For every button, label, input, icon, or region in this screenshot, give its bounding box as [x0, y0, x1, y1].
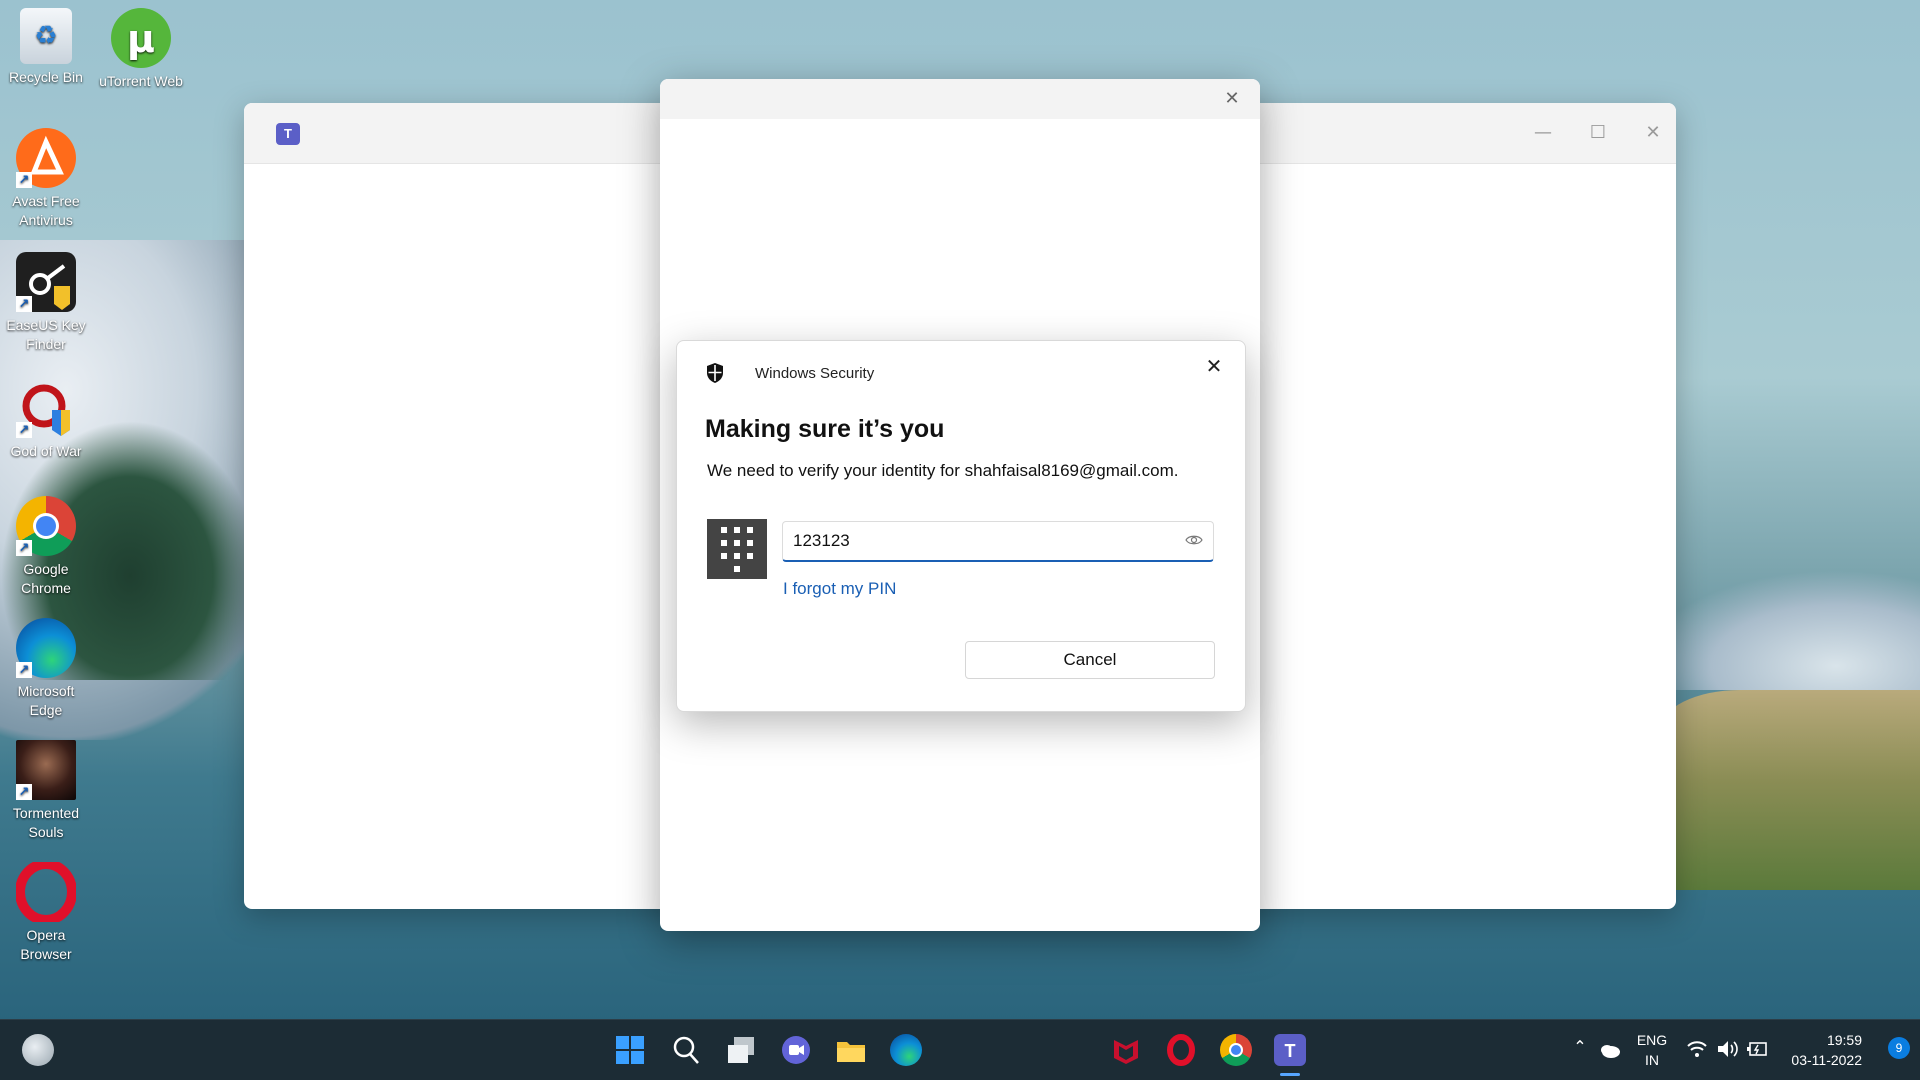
desktop-icon-utorrent-web[interactable]: µ uTorrent Web [97, 8, 185, 91]
desktop-icon-label: uTorrent Web [99, 73, 183, 89]
desktop-icon-opera-browser[interactable]: Opera Browser [2, 859, 90, 964]
tormented-souls-icon: ↗ [16, 740, 76, 800]
wifi-icon[interactable] [1686, 1038, 1708, 1060]
host-dialog-titlebar: ✕ [660, 79, 1260, 119]
teams-logo-icon: T [276, 123, 300, 145]
svg-text:♻: ♻ [34, 20, 57, 50]
teams-taskbar-icon[interactable]: T [1274, 1034, 1306, 1066]
active-app-indicator [1280, 1073, 1300, 1076]
desktop-icon-avast[interactable]: ↗ Avast Free Antivirus [2, 128, 90, 230]
dialog-app-name: Windows Security [755, 364, 875, 382]
desktop-icon-god-of-war[interactable]: ↗ God of War [2, 378, 90, 461]
taskbar: T ⌃ ENG IN 19:59 03-11-2022 9 [0, 1019, 1920, 1080]
svg-text:T: T [1285, 1041, 1296, 1061]
pin-field [782, 521, 1214, 562]
avast-icon: ↗ [16, 128, 76, 188]
volume-icon[interactable] [1716, 1038, 1740, 1060]
recycle-bin-icon: ♻ [20, 8, 72, 64]
close-window-button[interactable]: ✕ [1630, 117, 1676, 149]
language-indicator[interactable]: ENG IN [1632, 1030, 1672, 1070]
desktop-icon-tormented-souls[interactable]: ↗ Tormented Souls [2, 740, 90, 842]
search-icon[interactable] [670, 1034, 702, 1066]
shortcut-arrow-icon: ↗ [16, 296, 32, 312]
forgot-pin-link[interactable]: I forgot my PIN [783, 579, 896, 599]
shield-icon [707, 363, 723, 383]
desktop-icon-label: Microsoft Edge [17, 683, 75, 718]
notification-badge[interactable]: 9 [1888, 1037, 1910, 1059]
host-dialog-close-button[interactable]: ✕ [1214, 83, 1250, 115]
desktop-icon-label: Recycle Bin [9, 69, 83, 85]
clock[interactable]: 19:59 03-11-2022 [1782, 1030, 1862, 1070]
clock-time: 19:59 [1826, 1032, 1862, 1048]
windows-security-dialog: Windows Security ✕ Making sure it’s you … [676, 340, 1246, 712]
teams-chat-icon[interactable] [780, 1034, 812, 1066]
onedrive-icon[interactable] [1598, 1038, 1622, 1062]
desktop-icon-label: God of War [10, 443, 82, 459]
dialog-close-button[interactable]: ✕ [1199, 351, 1229, 381]
desktop-icon-microsoft-edge[interactable]: ↗ Microsoft Edge [2, 618, 90, 720]
shortcut-arrow-icon: ↗ [16, 172, 32, 188]
shortcut-arrow-icon: ↗ [16, 422, 32, 438]
clock-date: 03-11-2022 [1791, 1052, 1862, 1068]
shortcut-arrow-icon: ↗ [16, 540, 32, 556]
cancel-button[interactable]: Cancel [965, 641, 1215, 679]
edge-icon: ↗ [16, 618, 76, 678]
utorrent-icon: µ [111, 8, 171, 68]
chevron-up-icon[interactable]: ⌃ [1570, 1038, 1590, 1058]
edge-taskbar-icon[interactable] [890, 1034, 922, 1066]
desktop-icon-label: EaseUS Key Finder [6, 317, 86, 352]
opera-icon [15, 859, 77, 925]
desktop-icon-label: Opera Browser [20, 927, 72, 962]
dialog-title: Making sure it’s you [705, 415, 945, 443]
wallpaper-mountain-right [1640, 570, 1920, 690]
desktop-icon-label: Tormented Souls [12, 805, 80, 840]
pin-keypad-icon [707, 519, 767, 579]
god-of-war-icon: ↗ [16, 378, 76, 438]
svg-text:µ: µ [127, 17, 155, 61]
desktop-icon-google-chrome[interactable]: ↗ Google Chrome [2, 496, 90, 598]
maximize-button[interactable]: ☐ [1575, 117, 1621, 149]
desktop-icon-label: Google Chrome [21, 561, 71, 596]
weather-widget-icon[interactable] [22, 1034, 54, 1066]
pin-input[interactable] [783, 522, 1173, 560]
easeus-key-finder-icon: ↗ [16, 252, 76, 312]
battery-icon[interactable] [1746, 1038, 1770, 1060]
opera-taskbar-icon[interactable] [1165, 1034, 1197, 1066]
reveal-password-icon[interactable] [1185, 533, 1203, 547]
language-line2: IN [1645, 1052, 1659, 1068]
start-button[interactable] [614, 1034, 646, 1066]
shortcut-arrow-icon: ↗ [16, 784, 32, 800]
desktop-icon-label: Avast Free Antivirus [12, 193, 80, 228]
chrome-icon: ↗ [16, 496, 76, 556]
mcafee-icon[interactable] [1110, 1034, 1142, 1066]
minimize-button[interactable]: — [1520, 117, 1566, 149]
wallpaper-field-right [1660, 690, 1920, 890]
shortcut-arrow-icon: ↗ [16, 662, 32, 678]
desktop-icon-recycle-bin[interactable]: ♻ Recycle Bin [2, 8, 90, 87]
chrome-taskbar-icon[interactable] [1220, 1034, 1252, 1066]
task-view-icon[interactable] [725, 1034, 757, 1066]
dialog-header: Windows Security [705, 361, 874, 385]
language-line1: ENG [1636, 1032, 1668, 1048]
desktop-icon-easeus-key-finder[interactable]: ↗ EaseUS Key Finder [2, 252, 90, 354]
file-explorer-icon[interactable] [835, 1034, 867, 1066]
dialog-message: We need to verify your identity for shah… [707, 461, 1179, 480]
